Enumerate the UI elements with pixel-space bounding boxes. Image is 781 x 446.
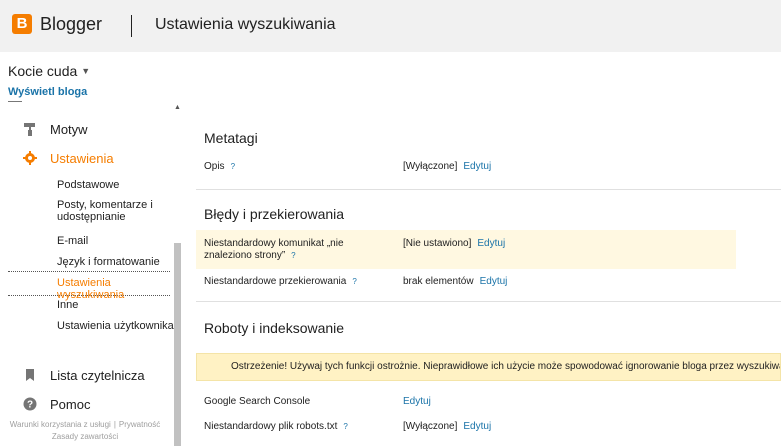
setting-value: [Nie ustawiono] Edytuj bbox=[403, 238, 506, 249]
privacy-link[interactable]: Prywatność bbox=[119, 420, 160, 429]
sidebar-item-help[interactable]: ? Pomoc bbox=[0, 392, 170, 416]
setting-label: Google Search Console bbox=[204, 396, 311, 407]
content-policy-link[interactable]: Zasady zawartości bbox=[52, 432, 118, 441]
caret-down-icon: ▼ bbox=[81, 66, 91, 76]
setting-row-custom-redirects: Niestandardowe przekierowania? brak elem… bbox=[196, 276, 736, 292]
sidebar-item-reading-list[interactable]: Lista czytelnicza bbox=[0, 363, 170, 387]
edit-link[interactable]: Edytuj bbox=[480, 276, 508, 287]
setting-value: brak elementów Edytuj bbox=[403, 276, 508, 287]
page-title: Ustawienia wyszukiwania bbox=[155, 16, 336, 33]
help-icon[interactable]: ? bbox=[352, 277, 356, 286]
sidebar-item-label: Ustawienia bbox=[50, 151, 114, 166]
setting-value: Edytuj bbox=[403, 396, 431, 407]
setting-value: [Wyłączone] Edytuj bbox=[403, 421, 492, 432]
help-icon[interactable]: ? bbox=[291, 251, 295, 260]
gear-icon bbox=[23, 151, 37, 165]
svg-text:?: ? bbox=[27, 400, 33, 411]
blog-selector[interactable]: Kocie cuda ▼ bbox=[8, 63, 90, 79]
help-icon: ? bbox=[23, 397, 37, 411]
sub-item-other[interactable]: Inne bbox=[57, 299, 78, 311]
setting-row-robots-txt: Niestandardowy plik robots.txt? [Wyłączo… bbox=[196, 421, 736, 437]
sidebar-scrollbar[interactable]: ▲ bbox=[173, 103, 182, 446]
sub-item-posts-comments[interactable]: Posty, komentarze i udostępnianie bbox=[57, 199, 167, 223]
brand-name[interactable]: Blogger bbox=[40, 14, 102, 35]
bookmark-icon bbox=[26, 369, 34, 381]
sidebar-item-theme[interactable]: Motyw bbox=[0, 117, 170, 141]
paint-roller-icon bbox=[24, 123, 35, 136]
edit-link[interactable]: Edytuj bbox=[463, 421, 491, 432]
section-title-errors: Błędy i przekierowania bbox=[204, 206, 345, 222]
setting-label: Niestandardowy plik robots.txt? bbox=[204, 421, 348, 432]
edit-link[interactable]: Edytuj bbox=[403, 396, 431, 407]
edit-link[interactable]: Edytuj bbox=[477, 238, 505, 249]
setting-row-custom-404: Niestandardowy komunikat „nie znaleziono… bbox=[196, 230, 736, 269]
terms-link[interactable]: Warunki korzystania z usługi bbox=[10, 420, 111, 429]
sub-item-basic[interactable]: Podstawowe bbox=[57, 179, 119, 191]
sidebar-item-label: Lista czytelnicza bbox=[50, 368, 145, 383]
sub-item-user-settings[interactable]: Ustawienia użytkownika bbox=[57, 320, 174, 332]
edit-link[interactable]: Edytuj bbox=[463, 161, 491, 172]
setting-label: Niestandardowe przekierowania? bbox=[204, 276, 357, 287]
sub-item-search-settings[interactable]: Ustawienia wyszukiwania bbox=[8, 271, 170, 301]
scrollbar-thumb[interactable] bbox=[174, 243, 181, 446]
sidebar-item-settings[interactable]: Ustawienia bbox=[0, 146, 170, 170]
section-divider bbox=[196, 189, 781, 190]
footer-separator: | bbox=[113, 420, 116, 429]
section-title-metatags: Metatagi bbox=[204, 130, 258, 146]
setting-label: Niestandardowy komunikat „nie znaleziono… bbox=[204, 238, 344, 261]
help-icon[interactable]: ? bbox=[343, 422, 347, 431]
header-divider bbox=[131, 15, 132, 37]
setting-label: Opis? bbox=[204, 161, 236, 172]
sidebar-divider bbox=[8, 101, 22, 102]
setting-value: [Wyłączone] Edytuj bbox=[403, 161, 492, 172]
setting-row-description: Opis? [Wyłączone] Edytuj bbox=[196, 161, 736, 177]
sub-item-email[interactable]: E-mail bbox=[57, 235, 88, 247]
section-title-robots: Roboty i indeksowanie bbox=[204, 320, 345, 336]
setting-row-search-console: Google Search Console Edytuj bbox=[196, 396, 736, 412]
sub-item-language[interactable]: Język i formatowanie bbox=[57, 256, 160, 268]
sidebar-item-label: Motyw bbox=[50, 122, 88, 137]
blogger-logo-icon[interactable]: B bbox=[12, 14, 32, 34]
scroll-up-icon[interactable]: ▲ bbox=[173, 103, 182, 113]
warning-banner: Ostrzeżenie! Używaj tych funkcji ostrożn… bbox=[196, 353, 781, 381]
blog-name: Kocie cuda bbox=[8, 63, 78, 79]
view-blog-link[interactable]: Wyświetl bloga bbox=[8, 86, 87, 98]
app-header: B Blogger Ustawienia wyszukiwania bbox=[0, 0, 781, 52]
help-icon[interactable]: ? bbox=[231, 162, 235, 171]
footer-links: Warunki korzystania z usługi | Prywatność … bbox=[0, 419, 170, 443]
sidebar-item-label: Pomoc bbox=[50, 397, 91, 412]
settings-panel: Metatagi Opis? [Wyłączone] Edytuj Błędy i… bbox=[196, 103, 781, 446]
sub-item-label: Ustawienia wyszukiwania bbox=[57, 277, 125, 301]
section-divider bbox=[196, 301, 781, 302]
